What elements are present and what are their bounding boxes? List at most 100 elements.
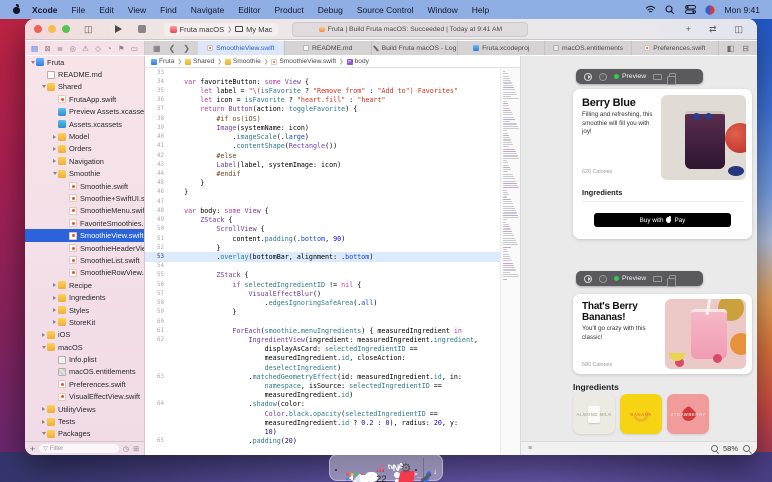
disclosure-closed[interactable] xyxy=(51,147,58,151)
search-icon[interactable] xyxy=(665,4,676,15)
buy-with-apple-pay-button[interactable]: Buy with Pay xyxy=(594,213,731,227)
sidebar-item-fruta[interactable]: Fruta xyxy=(25,56,144,68)
live-preview-icon-2[interactable] xyxy=(584,275,592,283)
sidebar-item-info-plist[interactable]: Info.plist xyxy=(25,353,144,365)
project-navigator-icon[interactable]: ▤ xyxy=(31,44,38,53)
disclosure-open[interactable] xyxy=(40,85,47,88)
menu-item-window[interactable]: Window xyxy=(421,5,465,15)
canvas-layout-icon[interactable]: ≡ xyxy=(528,445,533,452)
duplicate-preview-icon[interactable] xyxy=(669,73,676,80)
breakpoint-navigator-icon[interactable]: ⚑ xyxy=(118,44,125,53)
scheme-selector[interactable]: Fruta macOS ❯ My Mac xyxy=(164,23,279,36)
sidebar-item-frutaapp-swift[interactable]: FrutaApp.swift xyxy=(25,93,144,105)
breadcrumb-item-smoothieview-swift[interactable]: SmoothieView.swift xyxy=(271,58,336,65)
code-review-icon[interactable]: ⇄ xyxy=(709,24,717,35)
menu-item-help[interactable]: Help xyxy=(465,5,496,15)
menu-item-xcode[interactable]: Xcode xyxy=(25,5,65,15)
back-button[interactable]: ❮ xyxy=(169,44,176,53)
sidebar-item-shared[interactable]: Shared xyxy=(25,81,144,93)
tab-build-fruta-macos-log[interactable]: Build Fruta macOS - Log xyxy=(372,41,459,55)
sidebar-item-preview-assets-xcassets[interactable]: Preview Assets.xcassets xyxy=(25,106,144,118)
source-control-navigator-icon[interactable]: ⊠ xyxy=(44,44,50,53)
zoom-window-button[interactable] xyxy=(62,25,70,33)
menu-item-navigate[interactable]: Navigate xyxy=(184,5,232,15)
editor-options-icon[interactable]: ◫ xyxy=(734,24,743,35)
tab-fruta-xcodeproj[interactable]: Fruta.xcodeproj xyxy=(458,41,545,55)
menu-item-file[interactable]: File xyxy=(65,5,93,15)
menu-clock[interactable]: Mon 9:41 xyxy=(725,5,760,15)
control-center-icon[interactable] xyxy=(685,4,696,15)
toggle-navigator-icon[interactable]: ◫ xyxy=(84,24,93,35)
ingredient-card-strawberry[interactable]: STRAWBERRY xyxy=(667,394,709,434)
sidebar-item-smoothiemenu-swift[interactable]: SmoothieMenu.swift xyxy=(25,205,144,217)
tab-smoothieview-swift[interactable]: SmoothieView.swift xyxy=(198,41,285,55)
preview-on-device-icon[interactable] xyxy=(653,74,662,80)
test-navigator-icon[interactable]: ◇ xyxy=(95,44,101,53)
account-icon[interactable] xyxy=(705,4,716,15)
menu-item-find[interactable]: Find xyxy=(153,5,184,15)
zoom-in-icon[interactable] xyxy=(743,445,750,452)
sidebar-item-macos[interactable]: macOS xyxy=(25,341,144,353)
run-button[interactable] xyxy=(115,25,122,33)
disclosure-closed[interactable] xyxy=(40,333,47,337)
menu-item-product[interactable]: Product xyxy=(267,5,310,15)
sidebar-item-smoothie-swift[interactable]: Smoothie.swift xyxy=(25,180,144,192)
sidebar-item-smoothieheaderview-swift[interactable]: SmoothieHeaderView.swift xyxy=(25,242,144,254)
minimap[interactable] xyxy=(500,68,520,455)
menu-item-debug[interactable]: Debug xyxy=(311,5,350,15)
sidebar-item-model[interactable]: Model xyxy=(25,130,144,142)
menu-item-view[interactable]: View xyxy=(121,5,153,15)
disclosure-open[interactable] xyxy=(29,61,36,64)
sidebar-item-readme-md[interactable]: README.md xyxy=(25,68,144,80)
add-editor-icon[interactable]: ◧ xyxy=(727,44,735,53)
preview-inspect-icon[interactable]: i xyxy=(599,73,607,81)
minimize-window-button[interactable] xyxy=(48,25,56,33)
tab-preferences-swift[interactable]: Preferences.swift xyxy=(632,41,719,55)
menu-item-editor[interactable]: Editor xyxy=(231,5,267,15)
sidebar-item-styles[interactable]: Styles xyxy=(25,304,144,316)
sidebar-item-utilityviews[interactable]: UtilityViews xyxy=(25,403,144,415)
breadcrumb-item-smoothie[interactable]: Smoothie xyxy=(225,58,261,65)
sidebar-item-recipe[interactable]: Recipe xyxy=(25,279,144,291)
disclosure-closed[interactable] xyxy=(51,296,58,300)
sidebar-item-smoothielist-swift[interactable]: SmoothieList.swift xyxy=(25,254,144,266)
breadcrumb-item-fruta[interactable]: Fruta xyxy=(151,58,174,65)
disclosure-closed[interactable] xyxy=(51,135,58,139)
disclosure-open[interactable] xyxy=(40,432,47,435)
find-navigator-icon[interactable]: ◎ xyxy=(69,44,76,53)
sidebar-item-favoritesmoothies-swift[interactable]: FavoriteSmoothies.swift xyxy=(25,217,144,229)
filter-field[interactable]: ▽ Filter xyxy=(39,444,119,453)
code-editor[interactable]: 3334 var favoriteButton: some View {35 l… xyxy=(145,68,520,455)
report-navigator-icon[interactable]: ▭ xyxy=(131,44,138,53)
close-window-button[interactable] xyxy=(34,25,42,33)
sidebar-item-assets-xcassets[interactable]: Assets.xcassets xyxy=(25,118,144,130)
enter-focus-icon[interactable]: ⊟ xyxy=(742,44,749,53)
sidebar-item-smoothie[interactable]: Smoothie xyxy=(25,168,144,180)
forward-button[interactable]: ❯ xyxy=(183,44,190,53)
library-plus-icon[interactable]: + xyxy=(686,24,691,34)
ingredient-card-almond-milk[interactable]: ALMOND MILK xyxy=(573,394,615,434)
add-file-button[interactable]: + xyxy=(30,444,35,454)
live-preview-icon[interactable] xyxy=(584,73,592,81)
sidebar-item-ingredients[interactable]: Ingredients xyxy=(25,291,144,303)
sidebar-item-orders[interactable]: Orders xyxy=(25,143,144,155)
related-items-icon[interactable]: ▦ xyxy=(153,44,161,53)
disclosure-closed[interactable] xyxy=(51,159,58,163)
wifi-icon[interactable] xyxy=(645,4,656,15)
preview-inspect-icon-2[interactable]: i xyxy=(599,275,607,283)
sidebar-item-visualeffectview-swift[interactable]: VisualEffectView.swift xyxy=(25,391,144,403)
recent-files-icon[interactable]: ◷ xyxy=(123,445,129,453)
debug-navigator-icon[interactable]: ◔ xyxy=(107,44,112,53)
disclosure-closed[interactable] xyxy=(51,283,58,287)
ingredient-card-banana[interactable]: BANANA xyxy=(620,394,662,434)
tab-macos-entitlements[interactable]: macOS.entitlements xyxy=(545,41,632,55)
zoom-out-icon[interactable] xyxy=(711,445,718,452)
sidebar-item-preferences-swift[interactable]: Preferences.swift xyxy=(25,378,144,390)
sidebar-item-storekit[interactable]: StoreKit xyxy=(25,316,144,328)
sidebar-item-ios[interactable]: iOS xyxy=(25,329,144,341)
breadcrumb-item-shared[interactable]: Shared xyxy=(185,58,214,65)
apple-menu-icon[interactable] xyxy=(12,5,21,14)
stop-button[interactable] xyxy=(138,25,146,33)
sidebar-item-smoothie-swiftui-swift[interactable]: Smoothie+SwiftUI.swift xyxy=(25,192,144,204)
sidebar-item-packages[interactable]: Packages xyxy=(25,428,144,440)
